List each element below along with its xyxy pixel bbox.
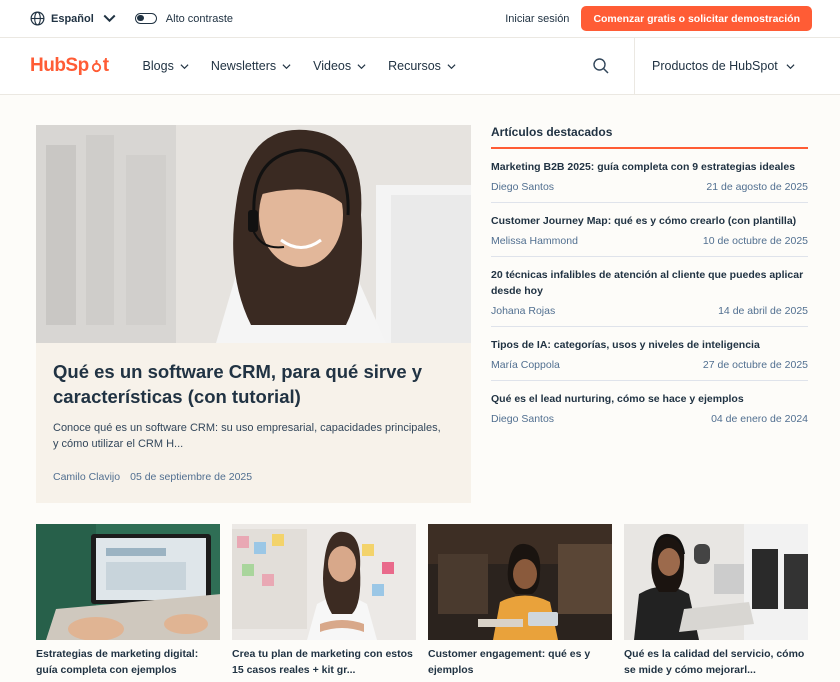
nav-item-label: Blogs bbox=[142, 59, 174, 73]
chevron-down-icon bbox=[447, 63, 456, 69]
hero-article[interactable]: Qué es un software CRM, para qué sirve y… bbox=[36, 125, 471, 503]
sprocket-icon bbox=[91, 59, 101, 72]
woman-cafe-photo bbox=[428, 524, 612, 640]
featured-item-title[interactable]: Marketing B2B 2025: guía completa con 9 … bbox=[491, 159, 808, 175]
hero-image[interactable] bbox=[36, 125, 471, 343]
nav-item-label: Recursos bbox=[388, 59, 441, 73]
products-menu[interactable]: Productos de HubSpot bbox=[652, 38, 795, 94]
hero-title[interactable]: Qué es un software CRM, para qué sirve y… bbox=[53, 359, 433, 409]
article-card[interactable]: Crea tu plan de marketing con estos 15 c… bbox=[232, 524, 416, 678]
main-nav: HubSp t Blogs Newsletters Videos Recurso… bbox=[0, 38, 840, 95]
nav-item-label: Newsletters bbox=[210, 59, 277, 73]
nav-item-blogs[interactable]: Blogs bbox=[143, 59, 189, 73]
article-card[interactable]: Estrategias de marketing digital: guía c… bbox=[36, 524, 220, 678]
featured-item-date: 14 de abril de 2025 bbox=[718, 305, 808, 317]
featured-item-author: Diego Santos bbox=[491, 413, 555, 425]
card-image[interactable] bbox=[232, 524, 416, 640]
chevron-down-icon bbox=[282, 63, 291, 69]
hero-meta: Camilo Clavijo 05 de septiembre de 2025 bbox=[53, 471, 252, 483]
globe-icon bbox=[30, 11, 45, 26]
language-selector[interactable]: Español bbox=[30, 11, 117, 26]
card-title[interactable]: Estrategias de marketing digital: guía c… bbox=[36, 647, 220, 678]
hero-description: Conoce qué es un software CRM: su uso em… bbox=[53, 422, 441, 450]
high-contrast-toggle[interactable] bbox=[134, 13, 157, 24]
woman-headset-photo bbox=[36, 125, 471, 343]
woman-board-photo bbox=[232, 524, 416, 640]
card-title[interactable]: Qué es la calidad del servicio, cómo se … bbox=[624, 647, 808, 678]
featured-item-author: Diego Santos bbox=[491, 181, 555, 193]
featured-item-author: Johana Rojas bbox=[491, 305, 556, 317]
laptop-photo bbox=[36, 524, 220, 640]
featured-item[interactable]: Tipos de IA: categorías, usos y niveles … bbox=[491, 327, 808, 381]
featured-item-date: 10 de octubre de 2025 bbox=[702, 235, 808, 247]
card-image[interactable] bbox=[36, 524, 220, 640]
nav-divider bbox=[634, 38, 635, 94]
card-title[interactable]: Customer engagement: qué es y ejemplos bbox=[428, 647, 612, 678]
language-label: Español bbox=[51, 12, 94, 25]
utility-bar: Español Alto contraste Iniciar sesión Co… bbox=[0, 0, 840, 38]
search-icon[interactable] bbox=[592, 57, 610, 75]
chevron-down-icon bbox=[103, 14, 116, 23]
chevron-down-icon bbox=[180, 63, 189, 69]
start-free-button[interactable]: Comenzar gratis o solicitar demostración bbox=[581, 6, 812, 31]
nav-item-newsletters[interactable]: Newsletters bbox=[211, 59, 291, 73]
call-center-photo bbox=[624, 524, 808, 640]
featured-item-date: 27 de octubre de 2025 bbox=[702, 359, 808, 371]
featured-item[interactable]: Customer Journey Map: qué es y cómo crea… bbox=[491, 203, 808, 257]
featured-item-title[interactable]: Qué es el lead nurturing, cómo se hace y… bbox=[491, 391, 808, 407]
featured-item-author: Melissa Hammond bbox=[491, 235, 578, 247]
card-title[interactable]: Crea tu plan de marketing con estos 15 c… bbox=[232, 647, 416, 678]
featured-item-date: 21 de agosto de 2025 bbox=[706, 181, 808, 193]
hero-date: 05 de septiembre de 2025 bbox=[130, 471, 253, 483]
featured-item[interactable]: Qué es el lead nurturing, cómo se hace y… bbox=[491, 381, 808, 434]
hubspot-logo[interactable]: HubSp t bbox=[30, 55, 109, 77]
article-card[interactable]: Qué es la calidad del servicio, cómo se … bbox=[624, 524, 808, 678]
featured-item-title[interactable]: 20 técnicas infalibles de atención al cl… bbox=[491, 267, 808, 299]
nav-item-label: Videos bbox=[313, 59, 352, 73]
products-label: Productos de HubSpot bbox=[652, 59, 778, 73]
featured-item-author: María Coppola bbox=[491, 359, 560, 371]
featured-item[interactable]: Marketing B2B 2025: guía completa con 9 … bbox=[491, 149, 808, 203]
card-image[interactable] bbox=[624, 524, 808, 640]
featured-item-title[interactable]: Customer Journey Map: qué es y cómo crea… bbox=[491, 213, 808, 229]
card-image[interactable] bbox=[428, 524, 612, 640]
featured-heading: Artículos destacados bbox=[491, 125, 808, 149]
nav-menu: Blogs Newsletters Videos Recursos bbox=[143, 59, 478, 73]
featured-articles: Artículos destacados Marketing B2B 2025:… bbox=[491, 125, 808, 434]
chevron-down-icon bbox=[786, 63, 795, 69]
featured-item[interactable]: 20 técnicas infalibles de atención al cl… bbox=[491, 257, 808, 327]
nav-item-recursos[interactable]: Recursos bbox=[388, 59, 456, 73]
nav-item-videos[interactable]: Videos bbox=[313, 59, 366, 73]
featured-item-title[interactable]: Tipos de IA: categorías, usos y niveles … bbox=[491, 337, 808, 353]
article-card[interactable]: Customer engagement: qué es y ejemplos bbox=[428, 524, 612, 678]
article-cards: Estrategias de marketing digital: guía c… bbox=[36, 524, 808, 678]
hero-author[interactable]: Camilo Clavijo bbox=[53, 471, 120, 483]
high-contrast-label: Alto contraste bbox=[165, 12, 234, 25]
chevron-down-icon bbox=[357, 63, 366, 69]
login-link[interactable]: Iniciar sesión bbox=[505, 13, 569, 25]
featured-item-date: 04 de enero de 2024 bbox=[711, 413, 808, 425]
